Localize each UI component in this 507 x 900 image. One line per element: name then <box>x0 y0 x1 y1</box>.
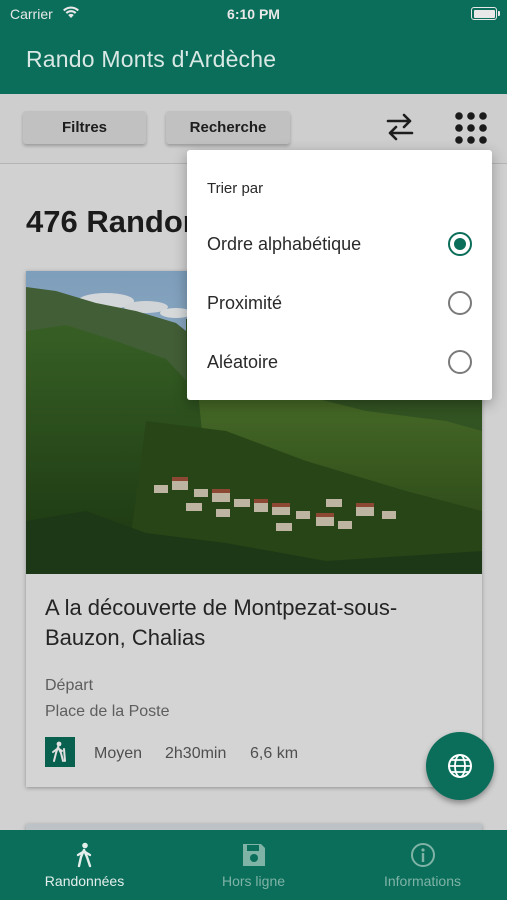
sort-option-label: Aléatoire <box>207 352 279 372</box>
clock: 6:10 PM <box>227 6 280 22</box>
sort-option-alphabetical[interactable]: Ordre alphabétique <box>187 216 492 272</box>
sort-option-label: Ordre alphabétique <box>207 234 362 254</box>
bottom-nav: Randonnées Hors ligne Informations <box>0 830 507 900</box>
sort-menu: Trier par Ordre alphabétique Proximité A… <box>187 150 492 400</box>
hike-duration: 2h30min <box>165 745 227 762</box>
filters-button[interactable]: Filtres <box>23 111 146 144</box>
radio-unselected-icon[interactable] <box>448 350 472 374</box>
nav-informations[interactable]: Informations <box>338 830 507 900</box>
radio-unselected-icon[interactable] <box>448 291 472 315</box>
depart-value: Place de la Poste <box>45 703 170 720</box>
nav-label: Randonnées <box>44 873 125 889</box>
sort-icon[interactable] <box>384 110 416 144</box>
sort-option-proximity[interactable]: Proximité <box>187 275 492 331</box>
app-title: Rando Monts d'Ardèche <box>26 46 277 72</box>
grid-menu-icon[interactable] <box>454 111 488 145</box>
battery-icon <box>471 7 500 20</box>
sort-option-label: Proximité <box>207 293 283 313</box>
hiker-icon <box>76 842 91 868</box>
info-icon <box>410 843 435 867</box>
difficulty-level: Moyen <box>94 745 143 762</box>
radio-selected-icon[interactable] <box>448 232 472 256</box>
search-button[interactable]: Recherche <box>166 111 290 144</box>
depart-label: Départ <box>45 677 94 694</box>
nav-randonnees[interactable]: Randonnées <box>0 830 169 900</box>
nav-hors-ligne[interactable]: Hors ligne <box>169 830 338 900</box>
save-icon <box>242 844 265 866</box>
status-bar: Carrier 6:10 PM <box>0 0 507 28</box>
globe-icon <box>448 754 472 778</box>
sort-option-random[interactable]: Aléatoire <box>187 334 492 390</box>
sort-menu-heading: Trier par <box>207 180 264 197</box>
hike-name: A la découverte de Montpezat-sous-Bauzon… <box>45 595 398 650</box>
hiker-icon <box>45 737 75 767</box>
nav-label: Informations <box>383 873 462 889</box>
app-bar: Rando Monts d'Ardèche <box>0 28 507 94</box>
hike-distance: 6,6 km <box>250 745 299 762</box>
nav-label: Hors ligne <box>221 873 286 889</box>
map-fab-button[interactable] <box>426 732 494 800</box>
